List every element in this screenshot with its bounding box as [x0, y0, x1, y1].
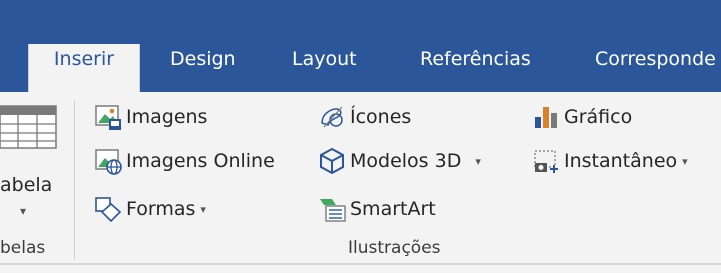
images-label: Imagens: [126, 106, 208, 128]
images-button[interactable]: Imagens: [94, 100, 207, 134]
screenshot-caret: ▾: [682, 154, 688, 168]
group-label-ilustracoes: Ilustrações: [348, 238, 441, 258]
icons-icon: [318, 103, 346, 131]
screenshot-button[interactable]: Instantâneo ▾: [532, 144, 688, 178]
tab-correspondencias[interactable]: Corresponde: [595, 44, 716, 92]
shapes-label: Formas: [126, 198, 196, 220]
group-label-tabelas: belas: [0, 238, 46, 258]
tab-layout[interactable]: Layout: [292, 44, 357, 92]
3d-models-icon: [318, 147, 346, 175]
online-images-button[interactable]: Imagens Online: [94, 144, 275, 178]
ribbon-bottom-border: [0, 263, 721, 265]
table-button[interactable]: abela ▾: [0, 104, 64, 224]
screenshot-label: Instantâneo: [564, 150, 678, 172]
group-separator: [74, 100, 75, 260]
chart-label: Gráfico: [564, 106, 633, 128]
table-caret: ▾: [20, 204, 27, 218]
3d-models-caret[interactable]: ▾: [475, 155, 481, 168]
3d-models-label: Modelos 3D: [350, 150, 462, 172]
tab-referencias[interactable]: Referências: [420, 44, 531, 92]
icons-label: Ícones: [350, 106, 412, 128]
smartart-label: SmartArt: [350, 198, 436, 220]
table-button-label: abela: [0, 174, 53, 196]
online-image-icon: [94, 147, 122, 175]
smartart-icon: [318, 195, 346, 223]
table-icon: [0, 104, 60, 150]
tab-inserir[interactable]: Inserir: [28, 44, 140, 92]
tab-design[interactable]: Design: [170, 44, 236, 92]
chart-button[interactable]: Gráfico: [532, 100, 632, 134]
image-icon: [94, 103, 122, 131]
icons-button[interactable]: Ícones: [318, 100, 411, 134]
shapes-caret: ▾: [200, 202, 206, 216]
chart-icon: [532, 103, 560, 131]
shapes-button[interactable]: Formas ▾: [94, 192, 206, 226]
smartart-button[interactable]: SmartArt: [318, 192, 436, 226]
shapes-icon: [94, 195, 122, 223]
3d-models-button[interactable]: Modelos 3D ▾: [318, 144, 481, 178]
ribbon-tab-bar: Inserir Design Layout Referências Corres…: [0, 0, 721, 92]
screenshot-icon: [532, 147, 560, 175]
online-images-label: Imagens Online: [126, 150, 275, 172]
